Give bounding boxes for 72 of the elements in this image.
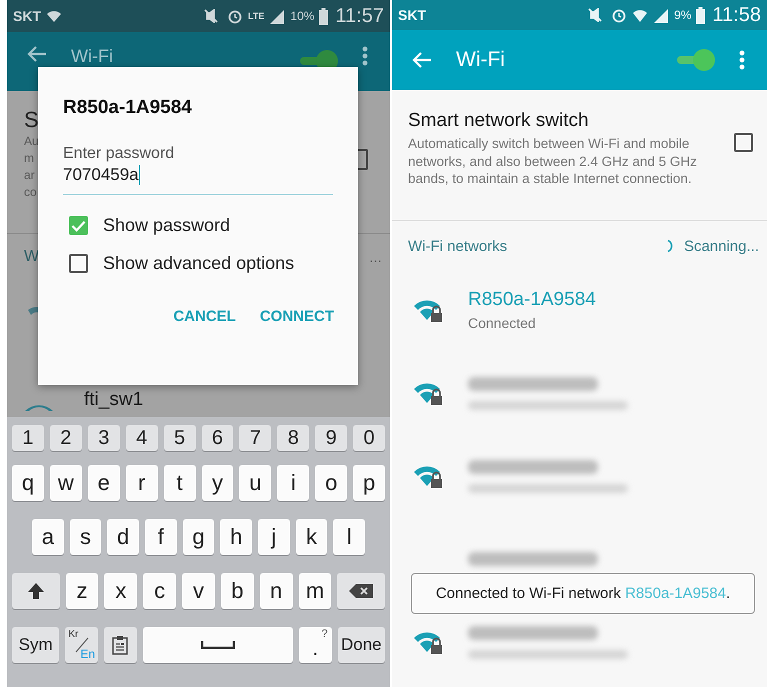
language-label: Kr: [68, 629, 78, 640]
letter-key[interactable]: m: [298, 573, 332, 609]
number-key[interactable]: 7: [239, 425, 272, 451]
screen-title: Wi-Fi: [456, 48, 505, 72]
setting-title-fragment: S: [24, 107, 39, 133]
option-label: Show password: [103, 215, 230, 236]
number-key[interactable]: 0: [353, 425, 386, 451]
network-name: fti_sw1: [84, 389, 144, 411]
letter-key[interactable]: f: [145, 519, 177, 555]
battery-percent: 10%: [290, 9, 314, 23]
letter-key[interactable]: o: [315, 465, 348, 501]
period-key[interactable]: ? .: [298, 627, 332, 663]
carrier-label: SKT: [398, 7, 426, 23]
letter-key[interactable]: u: [239, 465, 272, 501]
battery-percent: 9%: [674, 8, 692, 22]
letter-key[interactable]: k: [296, 519, 328, 555]
network-status: Connected: [468, 315, 537, 331]
letter-key[interactable]: x: [104, 573, 138, 609]
description-fragment: co: [24, 184, 37, 201]
number-key[interactable]: 2: [50, 425, 82, 451]
letter-key[interactable]: l: [333, 519, 366, 555]
language-label: En: [80, 647, 96, 661]
number-key[interactable]: 4: [126, 425, 158, 451]
number-key[interactable]: 6: [202, 425, 234, 451]
letter-key[interactable]: t: [164, 465, 196, 501]
letter-key[interactable]: w: [50, 465, 82, 501]
letter-key[interactable]: n: [260, 573, 293, 609]
scanning-fragment: …: [369, 250, 382, 264]
letter-key[interactable]: b: [220, 573, 254, 609]
letter-key[interactable]: i: [277, 465, 310, 501]
letter-key[interactable]: j: [258, 519, 290, 555]
done-key[interactable]: Done: [338, 627, 385, 663]
screen-title: Wi-Fi: [71, 46, 113, 67]
letter-key[interactable]: h: [220, 519, 252, 555]
letter-key[interactable]: s: [70, 519, 102, 555]
number-key[interactable]: 5: [164, 425, 196, 451]
number-key[interactable]: 3: [88, 425, 120, 451]
description-fragment: Au: [24, 133, 39, 150]
key-label: .: [312, 638, 318, 660]
password-field[interactable]: 7070459a: [63, 163, 333, 195]
section-fragment: W: [24, 248, 40, 266]
key-hint: ?: [322, 628, 328, 640]
section-header: Wi-Fi networks: [408, 238, 508, 254]
number-key[interactable]: 9: [315, 425, 348, 451]
setting-title: Smart network switch: [408, 110, 589, 132]
carrier-label: SKT: [13, 8, 41, 24]
letter-key[interactable]: e: [88, 465, 120, 501]
letter-key[interactable]: v: [182, 573, 215, 609]
letter-key[interactable]: r: [126, 465, 158, 501]
number-key[interactable]: 1: [12, 425, 44, 451]
setting-description: Automatically switch between Wi-Fi and mobile networks, and also between 2.4 GHz and 5 GHz bands, to maintain a stable Internet connection.: [408, 135, 698, 188]
status-time: 11:58: [712, 4, 761, 26]
language-key[interactable]: Kr En: [65, 627, 98, 663]
symbols-key[interactable]: Sym: [12, 627, 60, 663]
status-time: 11:57: [335, 4, 384, 28]
letter-key[interactable]: q: [12, 465, 44, 501]
letter-key[interactable]: d: [107, 519, 140, 555]
toast-text: Connected to Wi-Fi network R850a-1A9584.: [436, 585, 730, 602]
dialog-title: R850a-1A9584: [63, 97, 192, 119]
network-type-label: LTE: [248, 12, 264, 20]
letter-key[interactable]: p: [353, 465, 386, 501]
scanning-status: Scanning...: [684, 238, 759, 254]
letter-key[interactable]: y: [202, 465, 234, 501]
field-label: Enter password: [63, 145, 174, 163]
description-fragment: m: [24, 150, 34, 167]
letter-key[interactable]: z: [66, 573, 98, 609]
letter-key[interactable]: g: [182, 519, 214, 555]
option-label: Show advanced options: [103, 253, 294, 274]
number-key[interactable]: 8: [277, 425, 310, 451]
description-fragment: ar: [24, 167, 35, 184]
letter-key[interactable]: a: [32, 519, 64, 555]
letter-key[interactable]: c: [143, 573, 176, 609]
